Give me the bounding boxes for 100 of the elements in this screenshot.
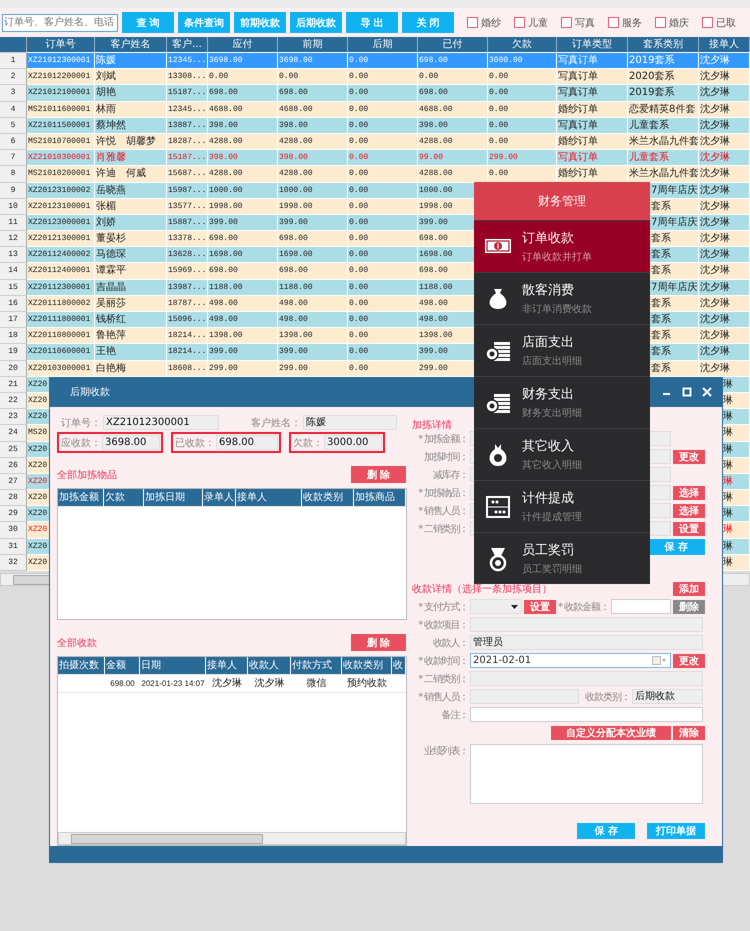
menu-item[interactable]: 员工奖罚 员工奖罚明细 [474,532,650,584]
row-number: 8 [0,166,27,182]
table-cell: 4288.00 [419,169,453,178]
table-row[interactable]: 7 XZ21010300001 肖雅馨 15187... 398.00 398.00 0.00 99.00 299.00 写真订单 儿童套系 沈夕琳 [0,150,750,166]
input-field[interactable]: XZ21012300001 [103,415,219,430]
checkbox[interactable] [561,17,572,28]
table-cell: XZ20112400001 [28,266,90,276]
table-cell: 琳 [723,508,733,520]
input-field[interactable] [611,599,672,614]
field-label: 减库存： [432,468,468,482]
input-field[interactable] [470,689,579,704]
date-field[interactable]: 2021-02-01 [470,653,672,668]
delete-button[interactable]: 删 除 [351,466,406,484]
table-cell: XZ20 [28,493,48,502]
input-field[interactable]: 后期收款 [632,689,704,704]
checkbox[interactable] [514,17,525,28]
table-cell: XZ21012100001 [28,88,90,98]
table-row[interactable]: 5 XZ21011500001 蔡坤然 13887... 398.00 398.00 0.00 398.00 0.00 写真订单 儿童套系 沈夕琳 [0,118,750,134]
checkbox[interactable] [655,17,666,28]
input-field[interactable]: 698.00 [216,435,278,450]
table-cell: 1398.00 [419,331,453,340]
table-cell: 698.00 [110,678,135,688]
row-number: 1 [0,53,27,70]
checkbox[interactable] [702,17,713,28]
form-button[interactable]: 选择 [673,486,706,500]
close-icon[interactable] [702,387,712,398]
field-label: 业绩列表： [422,744,468,758]
row-number: 20 [0,360,27,377]
input-field[interactable] [470,707,704,722]
row-number: 18 [0,328,27,344]
table-cell: 董晏杉 [96,233,126,244]
form-button[interactable]: 更改 [673,654,706,668]
table-cell: XZ20 [28,444,48,454]
menu-item-title: 财务支出 [522,386,575,403]
add-button[interactable]: 添加 [673,582,706,596]
table-cell: 4688.00 [279,104,313,114]
clear-button[interactable]: 清除 [673,726,706,740]
input-field[interactable]: 管理员 [470,635,704,650]
menu-item[interactable]: 订单收款 订单收款并打单 [474,220,650,272]
table-cell: 0.00 [349,347,368,356]
checkbox[interactable] [467,17,478,28]
table-cell: 399.00 [279,218,308,227]
table-cell: 沈夕琳 [700,87,730,98]
input-field[interactable] [470,617,704,632]
menu-item-subtitle: 员工奖罚明细 [522,563,582,576]
table-cell: 13887... [168,120,206,130]
table-cell: XZ20 [28,396,48,405]
row-number: 17 [0,312,27,328]
table-cell: 698.00 [419,234,448,244]
table-cell: 马德琛 [96,249,126,260]
form-button[interactable]: 更改 [673,450,706,464]
field-label: 收款类别： [585,690,630,704]
checkbox-label: 服务 [622,16,642,30]
menu-item[interactable]: 计件提成 计件提成管理 [474,480,650,532]
input-field[interactable]: 3698.00 [102,435,160,450]
table-cell: 0.00 [349,120,368,130]
table-cell: 1998.00 [419,202,453,211]
table-cell: 0.00 [349,364,368,373]
table-row[interactable]: 1 XZ21012300001 陈媛 12345... 3698.00 3698.00 0.00 698.00 3000.00 写真订单 2019套系 沈夕琳 [0,53,750,70]
form-button[interactable]: 设置 [673,522,706,536]
row-number: 6 [0,134,27,150]
table-cell: 沈夕琳 [700,282,730,293]
table-row[interactable]: 3 XZ21012100001 胡艳 15187... 698.00 698.00 0.00 698.00 0.00 写真订单 2019套系 沈夕琳 [0,85,750,102]
row-number: 28 [0,490,27,506]
delete-button[interactable]: 删 除 [351,634,406,652]
table-cell: 沈夕琳 [700,233,730,244]
menu-item[interactable]: 店面支出 店面支出明细 [474,324,650,376]
table-cell: 1398.00 [279,331,313,340]
table-cell: 写真订单 [558,71,598,82]
maximize-icon[interactable] [682,387,692,398]
table-row[interactable]: 2 XZ21012200001 刘斌 13308... 0.00 0.00 0.00 0.00 0.00 写真订单 2020套系 沈夕琳 [0,69,750,86]
table-cell: 2019套系 [629,55,674,66]
menu-item[interactable]: 其它收入 其它收入明细 [474,428,650,480]
form-button[interactable]: 设置 [524,600,556,614]
menu-header: 财务管理 [474,182,650,220]
scrollbar[interactable] [58,832,406,845]
field-label: 订单号： [60,416,101,430]
table-cell: 许迪 何威 [96,168,146,180]
table-cell: XZ20 [28,460,48,470]
table-cell: 0.00 [209,72,228,82]
row-number: 2 [0,69,27,86]
menu-item[interactable]: 财务支出 财务支出明细 [474,376,650,428]
row-number: 12 [0,231,27,248]
table-row[interactable]: 4 MS21011600001 林雨 12345... 4688.00 4688.00 0.00 4688.00 0.00 婚纱订单 恋爱精英8件套 沈夕琳 [0,102,750,118]
search-field[interactable]: 订单号、客户姓名、电话 [2,14,118,32]
menu-item-title: 员工奖罚 [522,542,575,559]
menu-item[interactable]: 散客消费 非订单消费收款 [474,272,650,324]
allocate-button[interactable]: 自定义分配本次业绩 [551,726,672,740]
table-cell: 18214... [168,347,206,356]
input-field[interactable]: 3000.00 [324,435,382,450]
form-button[interactable]: 选择 [673,504,706,518]
checkbox[interactable] [608,17,619,28]
table-cell: XZ20 [28,476,48,486]
table-cell: 13378... [168,234,206,244]
input-field[interactable]: 陈媛 [303,415,397,430]
input-field[interactable] [470,671,704,686]
table-cell: 13308... [168,72,206,82]
table-cell: 0.00 [489,136,508,146]
row-number: 31 [0,538,27,555]
caret-icon [511,605,518,610]
